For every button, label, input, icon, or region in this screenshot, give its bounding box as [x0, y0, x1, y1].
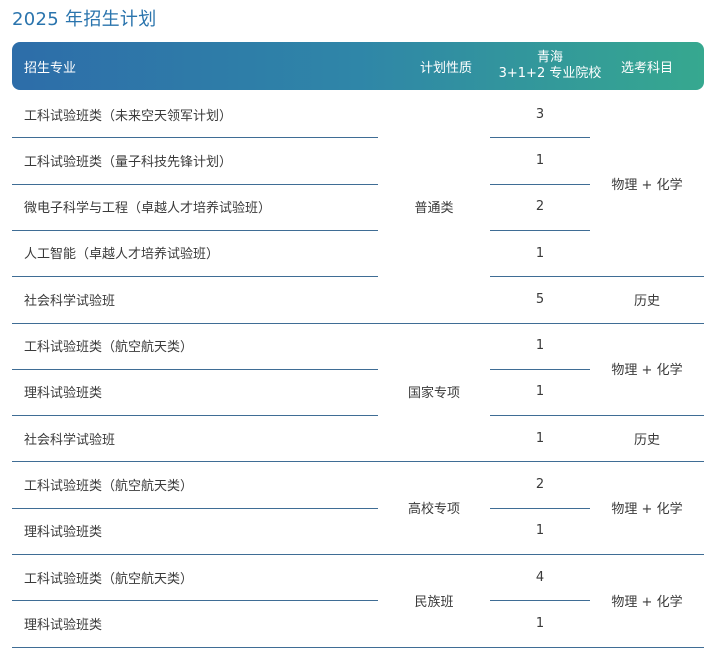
required-subject: 物理 + 化学 — [611, 178, 683, 194]
row-divider — [378, 461, 490, 462]
major-name: 工科试验班类（航空航天类） — [24, 478, 194, 494]
major-name: 工科试验班类（未来空天领军计划） — [24, 108, 233, 124]
major-name: 人工智能（卓越人才培养试验班） — [24, 247, 220, 263]
row-divider — [590, 276, 704, 277]
major-name: 社会科学试验班 — [24, 293, 116, 309]
row-divider — [590, 323, 704, 324]
enrollment-count: 1 — [535, 338, 545, 354]
major-name: 理科试验班类 — [24, 525, 103, 541]
row-divider — [378, 647, 490, 648]
enrollment-count: 2 — [535, 199, 545, 215]
required-subject: 物理 + 化学 — [611, 594, 683, 610]
row-divider — [378, 323, 490, 324]
row-divider — [12, 461, 378, 462]
enrollment-count: 5 — [535, 291, 545, 307]
major-name: 理科试验班类 — [24, 617, 103, 633]
row-divider — [490, 600, 590, 601]
enrollment-count: 3 — [535, 106, 545, 122]
row-divider — [12, 647, 378, 648]
plan-nature: 普通类 — [414, 201, 454, 217]
major-name: 工科试验班类（航空航天类） — [24, 340, 194, 355]
row-divider — [590, 554, 704, 555]
major-name: 微电子科学与工程（卓越人才培养试验班） — [24, 201, 272, 217]
row-divider — [12, 230, 378, 231]
required-subject: 物理 + 化学 — [611, 502, 683, 518]
row-divider — [490, 369, 590, 370]
row-divider — [490, 137, 590, 138]
row-divider — [12, 600, 378, 601]
admission-table: 工科试验班类（未来空天领军计划） 3 工科试验班类（量子科技先锋计划） 1 微电子科学与… — [0, 0, 717, 659]
row-divider — [490, 276, 590, 277]
enrollment-count: 1 — [535, 430, 545, 446]
enrollment-count: 4 — [535, 569, 545, 585]
row-divider — [378, 554, 490, 555]
major-name: 理科试验班类 — [24, 386, 103, 402]
plan-nature: 高校专项 — [407, 502, 460, 518]
required-subject: 历史 — [633, 293, 660, 309]
row-divider — [12, 323, 378, 324]
row-divider — [12, 137, 378, 138]
row-divider — [490, 508, 590, 509]
required-subject: 历史 — [633, 432, 660, 448]
enrollment-count: 1 — [535, 384, 545, 400]
enrollment-count: 1 — [535, 245, 545, 261]
plan-nature: 民族班 — [414, 594, 454, 610]
enrollment-count: 1 — [535, 523, 545, 539]
major-name: 社会科学试验班 — [24, 432, 116, 448]
row-divider — [590, 647, 704, 648]
row-divider — [490, 323, 590, 324]
row-divider — [490, 415, 590, 416]
major-name: 工科试验班类（量子科技先锋计划） — [24, 154, 233, 170]
enrollment-count: 1 — [535, 152, 545, 168]
row-divider — [490, 554, 590, 555]
major-name: 工科试验班类（航空航天类） — [24, 571, 194, 587]
row-divider — [12, 508, 378, 509]
row-divider — [490, 647, 590, 648]
enrollment-count: 1 — [535, 615, 545, 631]
row-divider — [490, 184, 590, 185]
row-divider — [12, 184, 378, 185]
enrollment-count: 2 — [535, 477, 545, 493]
row-divider — [490, 461, 590, 462]
row-divider — [590, 461, 704, 462]
row-divider — [12, 415, 378, 416]
row-divider — [590, 415, 704, 416]
row-divider — [12, 554, 378, 555]
row-divider — [12, 369, 378, 370]
row-divider — [12, 276, 378, 277]
row-divider — [490, 230, 590, 231]
plan-nature: 国家专项 — [407, 386, 460, 402]
required-subject: 物理 + 化学 — [611, 363, 683, 379]
